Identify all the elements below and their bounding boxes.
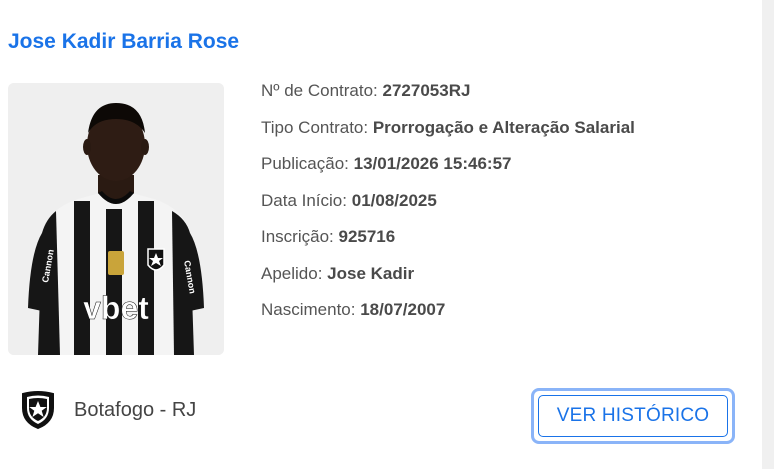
detail-value: Jose Kadir (327, 263, 415, 283)
detail-label: Apelido: (261, 263, 323, 283)
player-name[interactable]: Jose Kadir Barria Rose (8, 30, 239, 54)
club-info: Botafogo - RJ (20, 390, 196, 430)
botafogo-crest-icon (22, 391, 54, 430)
detail-contract-type: Tipo Contrato: Prorrogação e Alteração S… (261, 117, 741, 154)
player-card: Jose Kadir Barria Rose vbet Cannon Canno… (0, 0, 762, 469)
svg-text:vbet: vbet (83, 290, 149, 326)
detail-contract-number: Nº de Contrato: 2727053RJ (261, 80, 741, 117)
detail-label: Nº de Contrato: (261, 81, 378, 100)
club-name: Botafogo - RJ (74, 398, 197, 421)
detail-value: 18/07/2007 (360, 300, 446, 319)
view-history-button-focus-ring[interactable]: VER HISTÓRICO (531, 388, 735, 444)
detail-birthdate: Nascimento: 18/07/2007 (261, 299, 741, 336)
detail-registration: Inscrição: 925716 (261, 226, 741, 263)
detail-label: Publicação: (261, 154, 349, 173)
view-history-button[interactable]: VER HISTÓRICO (538, 395, 728, 437)
scrollbar-track[interactable] (762, 0, 774, 469)
player-photo: vbet Cannon Cannon (8, 83, 224, 355)
detail-publication: Publicação: 13/01/2026 15:46:57 (261, 153, 741, 190)
detail-value: 2727053RJ (382, 81, 471, 100)
detail-start-date: Data Início: 01/08/2025 (261, 190, 741, 227)
player-photo-image: vbet Cannon Cannon (8, 83, 224, 355)
detail-value: 13/01/2026 15:46:57 (353, 154, 512, 173)
detail-nickname: Apelido: Jose Kadir (261, 263, 741, 300)
detail-value: 01/08/2025 (351, 190, 437, 210)
detail-label: Tipo Contrato: (261, 117, 369, 137)
contract-details: Nº de Contrato: 2727053RJ Tipo Contrato:… (261, 80, 741, 336)
detail-value: Prorrogação e Alteração Salarial (372, 117, 635, 137)
detail-label: Nascimento: (261, 300, 356, 319)
detail-label: Data Início: (261, 190, 347, 210)
detail-label: Inscrição: (261, 227, 334, 246)
detail-value: 925716 (338, 227, 396, 246)
